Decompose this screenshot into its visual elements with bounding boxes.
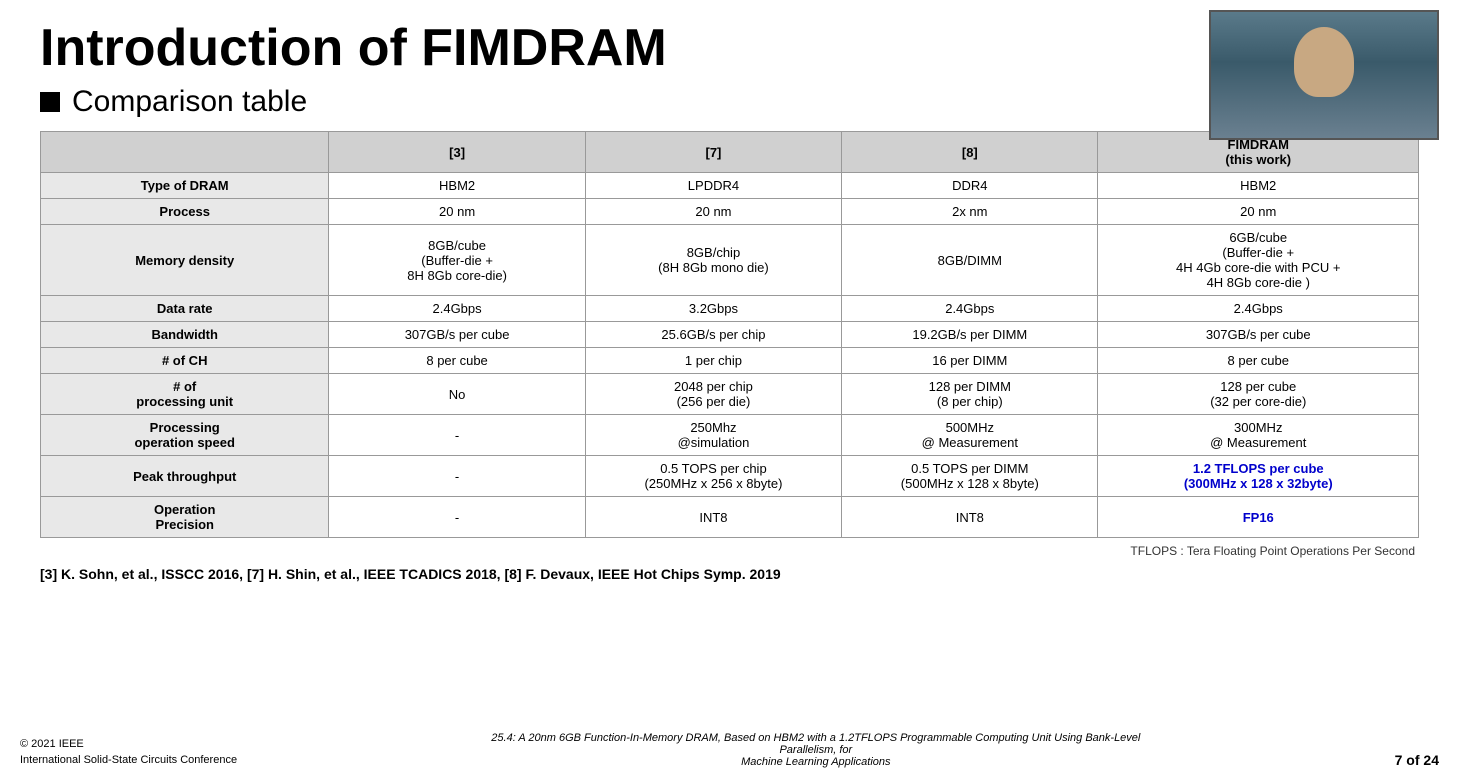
- row-col7: 1 per chip: [585, 348, 841, 374]
- col-header-8: [8]: [842, 132, 1098, 173]
- table-row: Type of DRAMHBM2LPDDR4DDR4HBM2: [41, 173, 1419, 199]
- footer-center: 25.4: A 20nm 6GB Function-In-Memory DRAM…: [466, 732, 1166, 768]
- footer: © 2021 IEEE International Solid-State Ci…: [0, 732, 1459, 768]
- col-header-7: [7]: [585, 132, 841, 173]
- row-col3: 20 nm: [329, 199, 585, 225]
- row-col3: 2.4Gbps: [329, 296, 585, 322]
- footer-left-line2: International Solid-State Circuits Confe…: [20, 753, 237, 768]
- comparison-table: [3] [7] [8] FIMDRAM(this work) Type of D…: [40, 131, 1419, 538]
- row-col7: INT8: [585, 497, 841, 538]
- row-col7: 8GB/chip (8H 8Gb mono die): [585, 225, 841, 296]
- table-row: Data rate2.4Gbps3.2Gbps2.4Gbps2.4Gbps: [41, 296, 1419, 322]
- row-fimdram: 20 nm: [1098, 199, 1419, 225]
- row-fimdram: 307GB/s per cube: [1098, 322, 1419, 348]
- row-label: Bandwidth: [41, 322, 329, 348]
- row-col8: 128 per DIMM (8 per chip): [842, 374, 1098, 415]
- bullet-square: [40, 92, 60, 112]
- row-label: # of CH: [41, 348, 329, 374]
- row-fimdram: 300MHz @ Measurement: [1098, 415, 1419, 456]
- row-col3: No: [329, 374, 585, 415]
- slide-container: Introduction of FIMDRAM Comparison table…: [0, 0, 1459, 776]
- row-col8: 0.5 TOPS per DIMM (500MHz x 128 x 8byte): [842, 456, 1098, 497]
- row-col7: 250Mhz @simulation: [585, 415, 841, 456]
- row-col8: 2x nm: [842, 199, 1098, 225]
- row-label: Memory density: [41, 225, 329, 296]
- row-col8: 500MHz @ Measurement: [842, 415, 1098, 456]
- row-fimdram: 128 per cube (32 per core-die): [1098, 374, 1419, 415]
- row-fimdram: HBM2: [1098, 173, 1419, 199]
- webcam-person: [1211, 12, 1437, 138]
- table-row: # of CH8 per cube1 per chip16 per DIMM8 …: [41, 348, 1419, 374]
- row-col7: LPDDR4: [585, 173, 841, 199]
- row-col3: -: [329, 456, 585, 497]
- footer-center-text: 25.4: A 20nm 6GB Function-In-Memory DRAM…: [491, 732, 1140, 768]
- row-label: # of processing unit: [41, 374, 329, 415]
- row-col8: DDR4: [842, 173, 1098, 199]
- row-fimdram: 6GB/cube (Buffer-die + 4H 4Gb core-die w…: [1098, 225, 1419, 296]
- tflops-note: TFLOPS : Tera Floating Point Operations …: [40, 544, 1415, 558]
- row-col8: 19.2GB/s per DIMM: [842, 322, 1098, 348]
- row-col8: 16 per DIMM: [842, 348, 1098, 374]
- row-col8: INT8: [842, 497, 1098, 538]
- row-col3: -: [329, 415, 585, 456]
- row-fimdram: 2.4Gbps: [1098, 296, 1419, 322]
- row-label: Peak throughput: [41, 456, 329, 497]
- subtitle: Comparison table: [72, 85, 307, 119]
- row-fimdram: 8 per cube: [1098, 348, 1419, 374]
- row-col7: 20 nm: [585, 199, 841, 225]
- table-row: Bandwidth307GB/s per cube25.6GB/s per ch…: [41, 322, 1419, 348]
- row-col3: 8 per cube: [329, 348, 585, 374]
- footer-left-line1: © 2021 IEEE: [20, 737, 237, 752]
- row-col7: 3.2Gbps: [585, 296, 841, 322]
- webcam: [1209, 10, 1439, 140]
- row-label: Operation Precision: [41, 497, 329, 538]
- col-header-3: [3]: [329, 132, 585, 173]
- row-col3: HBM2: [329, 173, 585, 199]
- row-fimdram: 1.2 TFLOPS per cube (300MHz x 128 x 32by…: [1098, 456, 1419, 497]
- row-label: Data rate: [41, 296, 329, 322]
- row-col3: 8GB/cube (Buffer-die + 8H 8Gb core-die): [329, 225, 585, 296]
- footer-left: © 2021 IEEE International Solid-State Ci…: [20, 737, 237, 768]
- row-label: Process: [41, 199, 329, 225]
- table-row: Memory density8GB/cube (Buffer-die + 8H …: [41, 225, 1419, 296]
- table-row: # of processing unitNo2048 per chip (256…: [41, 374, 1419, 415]
- row-col3: -: [329, 497, 585, 538]
- table-row: Operation Precision-INT8INT8FP16: [41, 497, 1419, 538]
- table-row: Processing operation speed-250Mhz @simul…: [41, 415, 1419, 456]
- row-col7: 2048 per chip (256 per die): [585, 374, 841, 415]
- footer-right: 7 of 24: [1395, 752, 1439, 768]
- row-label: Processing operation speed: [41, 415, 329, 456]
- row-fimdram: FP16: [1098, 497, 1419, 538]
- row-col8: 2.4Gbps: [842, 296, 1098, 322]
- references: [3] K. Sohn, et al., ISSCC 2016, [7] H. …: [40, 566, 1419, 582]
- table-row: Peak throughput-0.5 TOPS per chip (250MH…: [41, 456, 1419, 497]
- row-label: Type of DRAM: [41, 173, 329, 199]
- row-col7: 0.5 TOPS per chip (250MHz x 256 x 8byte): [585, 456, 841, 497]
- row-col7: 25.6GB/s per chip: [585, 322, 841, 348]
- row-col8: 8GB/DIMM: [842, 225, 1098, 296]
- table-row: Process20 nm20 nm2x nm20 nm: [41, 199, 1419, 225]
- col-header-empty: [41, 132, 329, 173]
- row-col3: 307GB/s per cube: [329, 322, 585, 348]
